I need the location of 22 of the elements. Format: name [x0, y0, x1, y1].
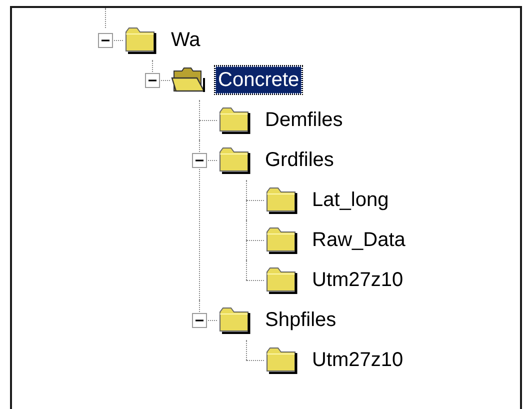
folder-icon	[265, 226, 299, 254]
collapse-icon[interactable]	[145, 72, 160, 88]
folder-label[interactable]: Concrete	[215, 66, 302, 94]
folder-icon	[265, 346, 299, 374]
folder-icon	[124, 26, 158, 54]
folder-icon	[218, 146, 252, 174]
folder-label[interactable]: Wa	[168, 26, 204, 54]
folder-label[interactable]: Utm27z10	[309, 266, 406, 294]
folder-icon	[265, 186, 299, 214]
folder-label[interactable]: Lat_long	[309, 186, 392, 214]
folder-label[interactable]: Demfiles	[262, 106, 346, 134]
folder-label[interactable]: Utm27z10	[309, 346, 406, 374]
folder-label[interactable]: Shpfiles	[262, 306, 340, 334]
folder-icon	[218, 306, 252, 334]
open-folder-icon	[171, 66, 205, 94]
folder-label[interactable]: Grdfiles	[262, 146, 337, 174]
collapse-icon[interactable]	[192, 152, 207, 168]
collapse-icon[interactable]	[192, 312, 207, 328]
collapse-icon[interactable]	[98, 32, 113, 48]
folder-icon	[218, 106, 252, 134]
folder-label[interactable]: Raw_Data	[309, 226, 408, 254]
folder-icon	[265, 266, 299, 294]
